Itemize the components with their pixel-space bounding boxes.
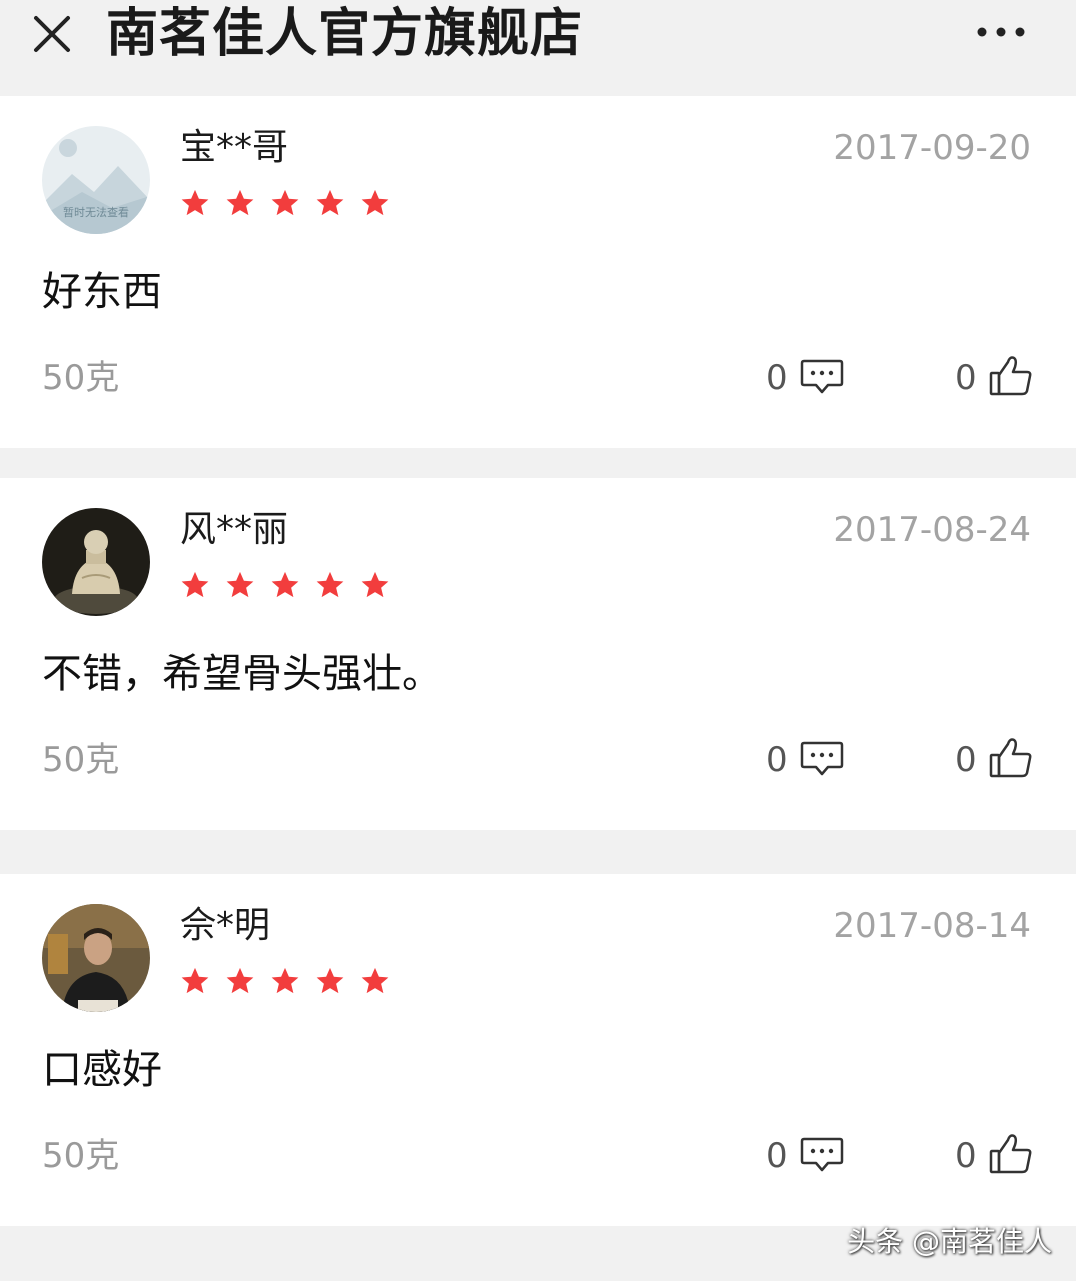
comment-count: 0 [766, 358, 788, 398]
man-portrait-avatar-icon [42, 904, 150, 1012]
star-icon [271, 571, 299, 598]
more-icon[interactable] [972, 18, 1030, 46]
star-icon [316, 571, 344, 598]
like-count: 0 [955, 1136, 977, 1176]
comment-count: 0 [766, 740, 788, 780]
thumbs-up-icon[interactable] [988, 736, 1034, 780]
star-icon [361, 967, 389, 994]
star-icon [361, 189, 389, 216]
star-rating [180, 188, 405, 222]
review-content: 不错，希望骨头强壮。 [42, 651, 442, 697]
star-rating [180, 570, 405, 604]
comment-icon[interactable] [800, 1136, 844, 1176]
review-content: 口感好 [42, 1047, 162, 1093]
avatar[interactable] [42, 904, 150, 1012]
thumbs-up-icon[interactable] [988, 354, 1034, 398]
star-icon [316, 967, 344, 994]
star-icon [316, 189, 344, 216]
avatar-placeholder-text: 暂时无法查看 [63, 206, 129, 219]
star-icon [226, 571, 254, 598]
review-date: 2017-08-24 [833, 510, 1031, 550]
avatar[interactable]: 暂时无法查看 [42, 126, 150, 234]
like-count: 0 [955, 358, 977, 398]
product-spec: 50克 [42, 1136, 120, 1176]
star-icon [271, 967, 299, 994]
star-rating [180, 966, 405, 1000]
header-bar: 南茗佳人官方旗舰店 [0, 0, 1076, 96]
comment-icon[interactable] [800, 358, 844, 398]
reviewer-name: 风**丽 [180, 509, 289, 550]
review-date: 2017-08-14 [833, 906, 1031, 946]
like-count: 0 [955, 740, 977, 780]
reviewer-name: 宝**哥 [180, 127, 289, 168]
avatar[interactable] [42, 508, 150, 616]
product-spec: 50克 [42, 358, 120, 398]
review-card: 暂时无法查看 宝**哥 2017-09-20 好东西 50克 0 0 [0, 96, 1076, 448]
review-card: 风**丽 2017-08-24 不错，希望骨头强壮。 50克 0 0 [0, 478, 1076, 830]
close-icon[interactable] [28, 8, 76, 56]
thumbs-up-icon[interactable] [988, 1132, 1034, 1176]
star-icon [226, 189, 254, 216]
review-content: 好东西 [42, 269, 162, 315]
star-icon [181, 571, 209, 598]
buddha-statue-avatar-icon [42, 508, 150, 616]
page-title: 南茗佳人官方旗舰店 [106, 4, 584, 64]
comment-icon[interactable] [800, 740, 844, 780]
product-spec: 50克 [42, 740, 120, 780]
reviewer-name: 佘*明 [180, 905, 271, 946]
star-icon [181, 189, 209, 216]
star-icon [226, 967, 254, 994]
watermark: 头条 @南茗佳人 [847, 1225, 1052, 1258]
star-icon [271, 189, 299, 216]
review-date: 2017-09-20 [833, 128, 1031, 168]
star-icon [361, 571, 389, 598]
comment-count: 0 [766, 1136, 788, 1176]
star-icon [181, 967, 209, 994]
review-card: 佘*明 2017-08-14 口感好 50克 0 0 [0, 874, 1076, 1226]
